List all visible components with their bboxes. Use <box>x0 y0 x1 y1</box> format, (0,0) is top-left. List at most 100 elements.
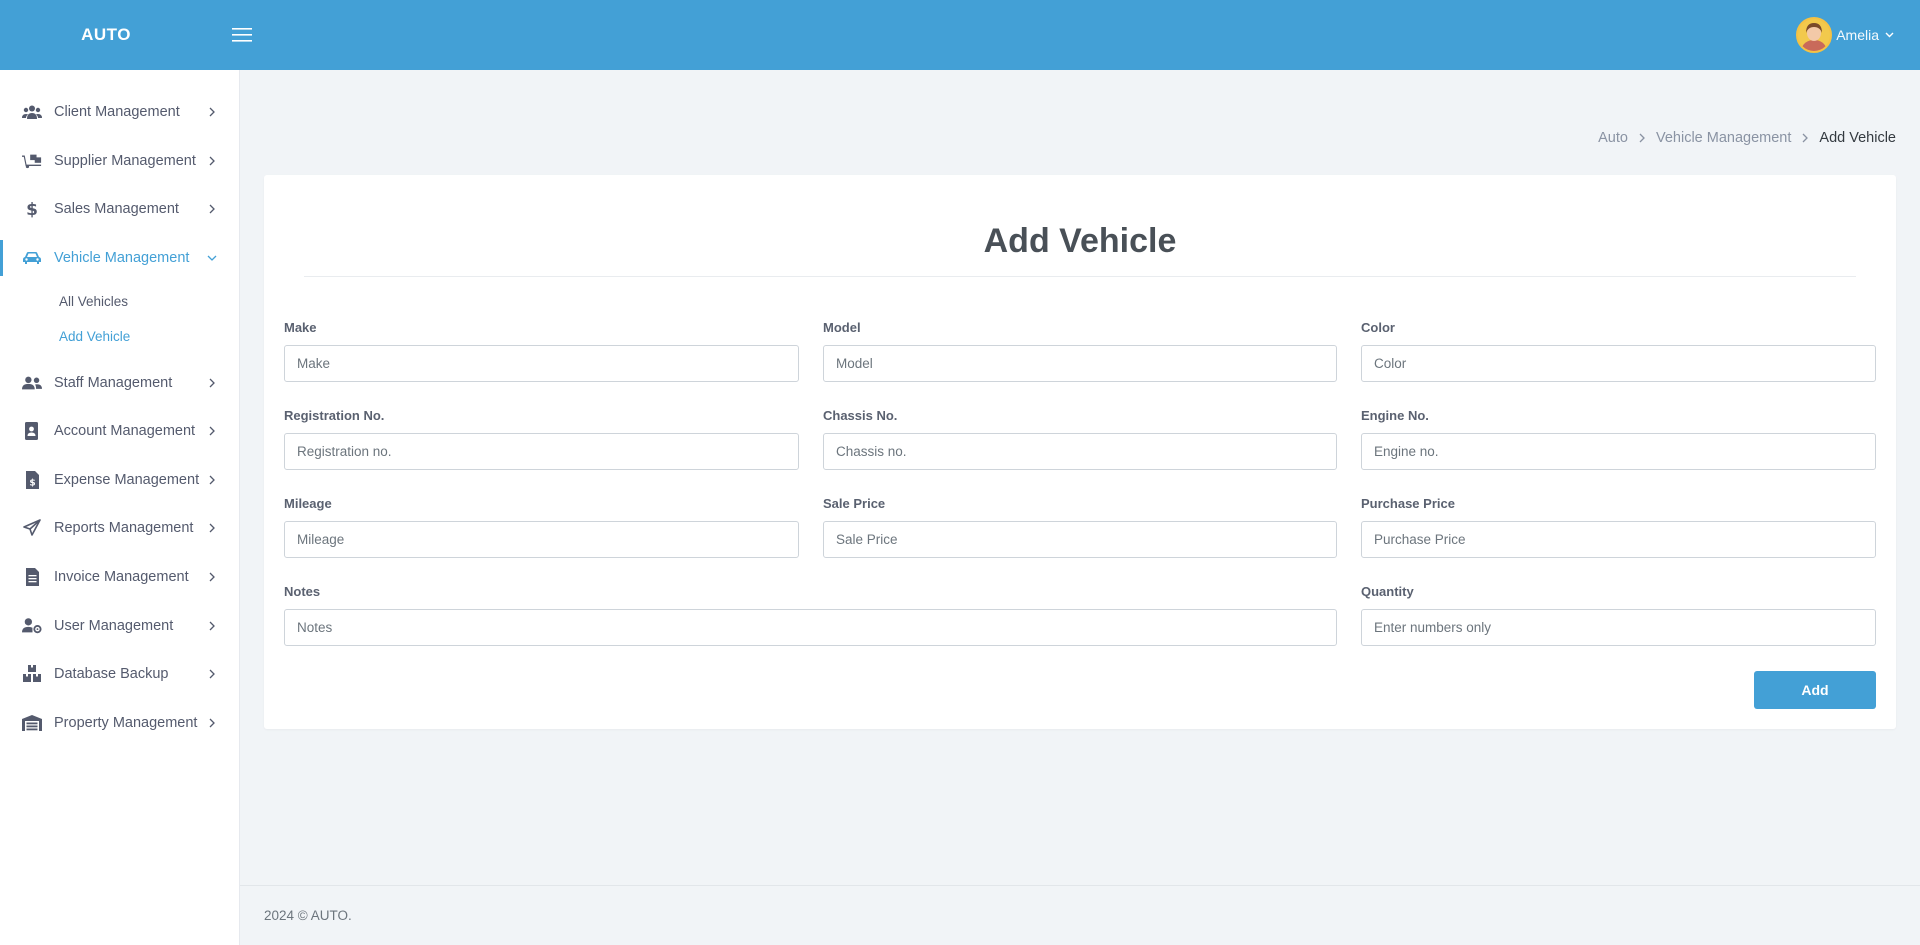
sidebar-item-label: Supplier Management <box>54 152 196 169</box>
file-icon <box>22 567 42 587</box>
mileage-field-group: Mileage <box>284 496 799 558</box>
sidebar-item-label: Staff Management <box>54 374 173 391</box>
quantity-field-group: Quantity <box>1361 584 1876 646</box>
chevron-right-icon <box>207 718 217 728</box>
user-cog-icon <box>22 616 42 636</box>
chevron-right-icon <box>207 523 217 533</box>
user-name: Amelia <box>1836 27 1879 43</box>
sidebar-subitem-all-vehicles[interactable]: All Vehicles <box>0 284 239 319</box>
chevron-right-icon <box>207 156 217 166</box>
engine-field-group: Engine No. <box>1361 408 1876 470</box>
svg-text:$: $ <box>29 478 35 488</box>
purchase-price-field-group: Purchase Price <box>1361 496 1876 558</box>
add-button[interactable]: Add <box>1754 671 1876 709</box>
chevron-right-icon <box>207 204 217 214</box>
chevron-right-icon <box>207 378 217 388</box>
sidebar-item-client-management[interactable]: Client Management <box>0 88 239 137</box>
sidebar-item-staff-management[interactable]: Staff Management <box>0 358 239 407</box>
chassis-input[interactable] <box>823 433 1337 470</box>
sale-price-label: Sale Price <box>823 496 886 511</box>
hamburger-icon <box>232 28 252 42</box>
warehouse-icon <box>22 713 42 733</box>
sidebar-item-label: Expense Management <box>54 471 200 488</box>
chassis-field-group: Chassis No. <box>823 408 1337 470</box>
notes-input[interactable] <box>284 609 1337 646</box>
notes-field-group: Notes <box>284 584 1337 646</box>
chevron-down-icon <box>1885 32 1894 38</box>
purchase-price-label: Purchase Price <box>1361 496 1455 511</box>
quantity-label: Quantity <box>1361 584 1414 599</box>
sidebar-item-label: Database Backup <box>54 666 169 683</box>
user-group-icon <box>22 373 42 393</box>
top-navbar: AUTO Amelia <box>0 0 1920 70</box>
avatar <box>1796 17 1833 53</box>
color-input[interactable] <box>1361 345 1876 382</box>
car-icon <box>22 248 42 268</box>
sidebar-item-property-management[interactable]: Property Management <box>0 699 239 748</box>
engine-input[interactable] <box>1361 433 1876 470</box>
sidebar-item-user-management[interactable]: User Management <box>0 601 239 650</box>
dollar-icon: $ <box>22 199 42 219</box>
registration-field-group: Registration No. <box>284 408 799 470</box>
mileage-input[interactable] <box>284 521 799 558</box>
sidebar-item-label: Property Management <box>54 714 198 731</box>
model-field-group: Model <box>823 320 1337 382</box>
chevron-right-icon <box>207 426 217 436</box>
sidebar-item-label: Client Management <box>54 104 180 121</box>
sale-price-input[interactable] <box>823 521 1337 558</box>
chevron-right-icon <box>207 572 217 582</box>
chevron-right-icon <box>207 669 217 679</box>
menu-toggle-button[interactable] <box>228 21 256 49</box>
sidebar-item-invoice-management[interactable]: Invoice Management <box>0 553 239 602</box>
make-input[interactable] <box>284 345 799 382</box>
chevron-right-icon <box>1802 133 1809 143</box>
breadcrumb-vehicle-management[interactable]: Vehicle Management <box>1656 130 1791 146</box>
breadcrumb: Auto Vehicle Management Add Vehicle <box>1598 130 1896 146</box>
model-input[interactable] <box>823 345 1337 382</box>
make-label: Make <box>284 320 317 335</box>
vehicle-submenu: All Vehicles Add Vehicle <box>0 282 239 358</box>
sidebar-subitem-add-vehicle[interactable]: Add Vehicle <box>0 319 239 354</box>
sidebar-item-account-management[interactable]: Account Management <box>0 407 239 456</box>
sidebar-item-supplier-management[interactable]: Supplier Management <box>0 137 239 186</box>
notes-label: Notes <box>284 584 321 599</box>
breadcrumb-auto[interactable]: Auto <box>1598 130 1628 146</box>
quantity-input[interactable] <box>1361 609 1876 646</box>
divider <box>304 276 1856 277</box>
chevron-right-icon <box>1639 133 1645 143</box>
color-field-group: Color <box>1361 320 1876 382</box>
sidebar-item-sales-management[interactable]: $ Sales Management <box>0 185 239 234</box>
color-label: Color <box>1361 320 1395 335</box>
user-menu[interactable]: Amelia <box>1796 15 1894 55</box>
purchase-price-input[interactable] <box>1361 521 1876 558</box>
sidebar-item-database-backup[interactable]: Database Backup <box>0 650 239 699</box>
sidebar-item-label: User Management <box>54 617 174 634</box>
sidebar-item-label: Account Management <box>54 423 196 440</box>
registration-input[interactable] <box>284 433 799 470</box>
sidebar: Client Management Supplier Management $ … <box>0 70 240 945</box>
sidebar-item-label: Vehicle Management <box>54 250 190 267</box>
mileage-label: Mileage <box>284 496 332 511</box>
breadcrumb-current: Add Vehicle <box>1819 130 1896 146</box>
chevron-down-icon <box>207 253 217 263</box>
invoice-dollar-icon: $ <box>22 470 42 490</box>
chassis-label: Chassis No. <box>823 408 898 423</box>
sale-price-field-group: Sale Price <box>823 496 1337 558</box>
sidebar-item-reports-management[interactable]: Reports Management <box>0 504 239 553</box>
users-icon <box>22 102 42 122</box>
make-field-group: Make <box>284 320 799 382</box>
address-book-icon <box>22 421 42 441</box>
sidebar-item-label: Sales Management <box>54 201 179 218</box>
sidebar-item-label: Invoice Management <box>54 569 189 586</box>
sidebar-item-expense-management[interactable]: $ Expense Management <box>0 456 239 505</box>
sidebar-item-vehicle-management[interactable]: Vehicle Management <box>0 234 239 283</box>
paper-plane-icon <box>22 518 42 538</box>
registration-label: Registration No. <box>284 408 385 423</box>
engine-label: Engine No. <box>1361 408 1429 423</box>
chevron-right-icon <box>207 107 217 117</box>
footer: 2024 © AUTO. <box>240 885 1920 945</box>
svg-text:$: $ <box>26 200 38 218</box>
page-title: Add Vehicle <box>983 222 1177 260</box>
brand-logo[interactable]: AUTO <box>0 0 212 70</box>
footer-copyright: 2024 © AUTO. <box>264 908 352 923</box>
